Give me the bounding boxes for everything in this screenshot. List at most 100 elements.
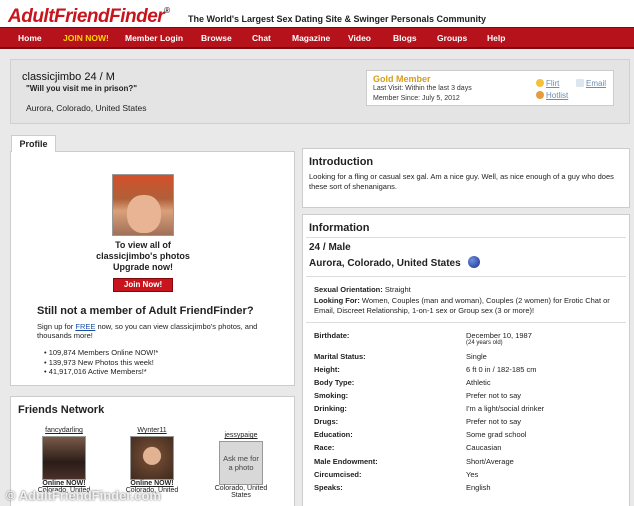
detail-label: Education: bbox=[314, 430, 353, 439]
nav-join-now[interactable]: JOIN NOW! bbox=[63, 33, 109, 43]
detail-row: Race: Caucasian bbox=[314, 443, 614, 456]
profile-headline: "Will you visit me in prison?" bbox=[26, 84, 138, 93]
detail-label: Drinking: bbox=[314, 404, 347, 413]
friend-photo[interactable] bbox=[42, 436, 86, 480]
friend-card[interactable]: Wynter11 Online NOW! Colorado, United bbox=[115, 427, 189, 494]
upgrade-line-1: To view all of bbox=[115, 240, 171, 250]
tagline: The World's Largest Sex Dating Site & Sw… bbox=[188, 14, 487, 24]
detail-row: Education: Some grad school bbox=[314, 430, 614, 443]
sexual-orientation: Sexual Orientation: Straight bbox=[314, 285, 411, 294]
detail-row: Smoking: Prefer not to say bbox=[314, 391, 614, 404]
detail-label: Birthdate: bbox=[314, 331, 350, 340]
stat-photos: 139,973 New Photos this week! bbox=[44, 358, 158, 368]
friend-name[interactable]: Wynter11 bbox=[115, 427, 189, 434]
divider bbox=[306, 276, 626, 277]
nav-video[interactable]: Video bbox=[348, 33, 371, 43]
friend-photo[interactable] bbox=[130, 436, 174, 480]
online-status: Online NOW! bbox=[130, 480, 174, 487]
detail-row: Speaks: English bbox=[314, 483, 614, 496]
tab-profile[interactable]: Profile bbox=[11, 135, 56, 152]
online-status: Online NOW! bbox=[42, 480, 86, 487]
detail-value: December 10, 1987 bbox=[466, 331, 532, 340]
detail-label: Circumcised: bbox=[314, 470, 362, 479]
detail-label: Male Endowment: bbox=[314, 457, 378, 466]
nav-help[interactable]: Help bbox=[487, 33, 505, 43]
nav-blogs[interactable]: Blogs bbox=[393, 33, 417, 43]
trademark: ® bbox=[164, 6, 170, 15]
introduction-title: Introduction bbox=[309, 156, 374, 168]
friend-name[interactable]: fancydarling bbox=[27, 427, 101, 434]
placeholder-text: Ask me for a photo bbox=[223, 454, 259, 472]
detail-value: Yes bbox=[466, 470, 479, 479]
nav-browse[interactable]: Browse bbox=[201, 33, 232, 43]
signup-text: Sign up for FREE now, so you can view cl… bbox=[37, 322, 269, 340]
info-age-sex: 24 / Male bbox=[309, 242, 351, 253]
free-link[interactable]: FREE bbox=[75, 322, 95, 331]
nav-magazine[interactable]: Magazine bbox=[292, 33, 330, 43]
detail-value: English bbox=[466, 483, 491, 492]
information-title: Information bbox=[309, 222, 370, 234]
flirt-button[interactable]: Flirt bbox=[536, 79, 559, 88]
detail-row: Marital Status: Single bbox=[314, 352, 614, 365]
join-now-button[interactable]: Join Now! bbox=[113, 278, 173, 292]
last-visit: Last Visit: Within the last 3 days bbox=[373, 85, 472, 92]
nav-member-login[interactable]: Member Login bbox=[125, 33, 183, 43]
detail-row: Height: 6 ft 0 in / 182-185 cm bbox=[314, 365, 614, 378]
profile-photo[interactable] bbox=[112, 174, 174, 236]
site-logo[interactable]: AdultFriendFinder® bbox=[8, 6, 170, 28]
photo-placeholder[interactable]: Ask me for a photo bbox=[219, 441, 263, 485]
profile-username: classicjimbo 24 / M bbox=[22, 71, 115, 83]
upgrade-line-3: Upgrade now! bbox=[113, 262, 173, 272]
site-stats: 109,874 Members Online NOW!* 139,973 New… bbox=[44, 348, 159, 377]
profile-location: Aurora, Colorado, United States bbox=[26, 103, 147, 113]
detail-value: Short/Average bbox=[466, 457, 514, 466]
divider bbox=[306, 237, 626, 238]
hotlist-button[interactable]: Hotlist bbox=[536, 91, 568, 100]
page: AdultFriendFinder® The World's Largest S… bbox=[0, 0, 634, 506]
detail-label: Race: bbox=[314, 443, 335, 452]
detail-row: Birthdate: December 10, 1987 (24 years old… bbox=[314, 331, 614, 346]
detail-value: Prefer not to say bbox=[466, 417, 522, 426]
looking-for: Looking For: Women, Couples (man and wom… bbox=[314, 296, 626, 315]
friend-card[interactable]: jessypaige Ask me for a photo Colorado, … bbox=[204, 432, 278, 499]
detail-label: Height: bbox=[314, 365, 340, 374]
detail-label: Speaks: bbox=[314, 483, 343, 492]
friend-location: Colorado, United States bbox=[214, 485, 268, 499]
smiley-icon bbox=[536, 79, 544, 87]
membership-box: Gold Member Last Visit: Within the last … bbox=[366, 70, 614, 106]
email-label: Email bbox=[586, 79, 607, 88]
looking-label: Looking For: bbox=[314, 296, 360, 305]
member-since: Member Since: July 5, 2012 bbox=[373, 95, 460, 102]
globe-icon[interactable] bbox=[468, 256, 480, 268]
friend-card[interactable]: fancydarling Online NOW! Colorado, Unite… bbox=[27, 427, 101, 494]
detail-row: Drinking: I'm a light/social drinker bbox=[314, 404, 614, 417]
flirt-label: Flirt bbox=[546, 79, 560, 88]
detail-label: Drugs: bbox=[314, 417, 339, 426]
upgrade-prompt: To view all of classicjimbo's photos Upg… bbox=[92, 240, 194, 273]
info-location: Aurora, Colorado, United States bbox=[309, 258, 461, 269]
nav-chat[interactable]: Chat bbox=[252, 33, 271, 43]
detail-value: Some grad school bbox=[466, 430, 527, 439]
detail-value: 6 ft 0 in / 182-185 cm bbox=[466, 365, 537, 374]
nav-home[interactable]: Home bbox=[18, 33, 42, 43]
nav-groups[interactable]: Groups bbox=[437, 33, 467, 43]
detail-row: Body Type: Athletic bbox=[314, 378, 614, 391]
friends-title: Friends Network bbox=[18, 404, 105, 416]
hotlist-label: Hotlist bbox=[546, 91, 569, 100]
email-button[interactable]: Email bbox=[576, 79, 606, 88]
hotlist-icon bbox=[536, 91, 544, 99]
orientation-value: Straight bbox=[384, 285, 411, 294]
not-member-heading: Still not a member of Adult FriendFinder… bbox=[37, 305, 254, 317]
introduction-text: Looking for a fling or casual sex gal. A… bbox=[309, 172, 614, 191]
divider bbox=[306, 322, 626, 323]
detail-label: Marital Status: bbox=[314, 352, 366, 361]
orientation-label: Sexual Orientation: bbox=[314, 285, 383, 294]
logo-text: AdultFriendFinder bbox=[8, 6, 165, 27]
detail-value: Athletic bbox=[466, 378, 491, 387]
detail-value: I'm a light/social drinker bbox=[466, 404, 545, 413]
friend-name[interactable]: jessypaige bbox=[204, 432, 278, 439]
detail-value: Prefer not to say bbox=[466, 391, 522, 400]
main-nav: Home JOIN NOW! Member Login Browse Chat … bbox=[0, 27, 634, 49]
stat-online: 109,874 Members Online NOW!* bbox=[44, 348, 159, 358]
signup-pre: Sign up for bbox=[37, 322, 76, 331]
